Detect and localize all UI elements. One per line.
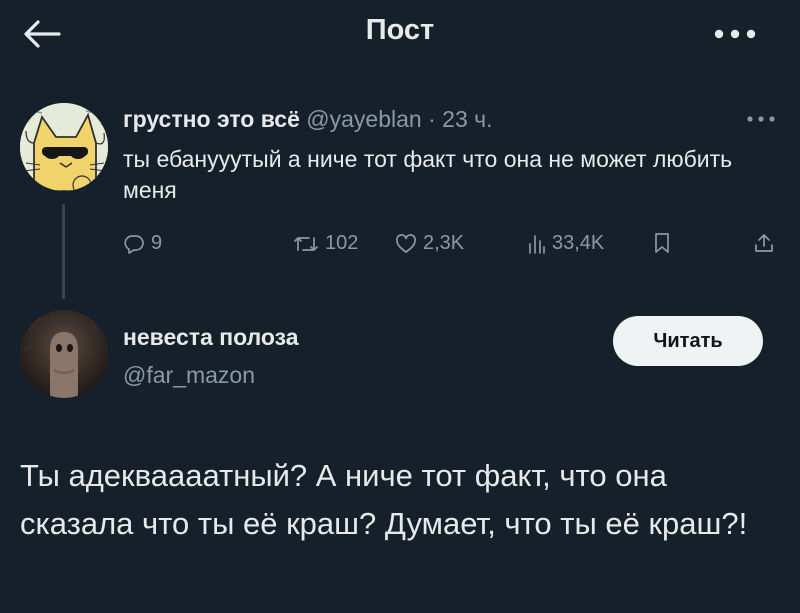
tweet-time[interactable]: 23 ч. (442, 106, 492, 132)
retweet-count: 102 (325, 232, 359, 254)
page-title: Пост (365, 14, 435, 46)
profile-name[interactable]: невеста полоза (123, 324, 299, 351)
meta-separator: · (428, 106, 436, 132)
like-button[interactable]: 2,3K (395, 232, 464, 255)
reply-count: 9 (151, 232, 163, 254)
bookmark-button[interactable] (653, 232, 671, 254)
bookmark-icon (655, 233, 669, 253)
ghost-photo-avatar-image (20, 310, 108, 398)
share-button[interactable] (753, 232, 775, 254)
like-count: 2,3K (423, 232, 465, 254)
cat-avatar-image (20, 103, 108, 191)
retweet-icon (294, 236, 318, 251)
view-count: 33,4K (552, 232, 605, 254)
analytics-icon (529, 234, 545, 254)
reply-icon (124, 234, 144, 254)
more-horizontal-icon (714, 29, 756, 39)
avatar[interactable] (20, 103, 108, 191)
share-icon (755, 234, 773, 252)
author-name[interactable]: грустно это всё (123, 106, 300, 132)
tweet-author-line[interactable]: грустно это всё @yayeblan · 23 ч. (123, 106, 493, 133)
avatar[interactable] (20, 310, 108, 398)
tweet-more-button[interactable] (736, 104, 786, 134)
thread-connector-line (62, 204, 65, 299)
more-options-button[interactable] (700, 14, 770, 54)
post-text: Ты адекваааатный? А ниче тот факт, что о… (20, 458, 748, 541)
views-button[interactable]: 33,4K (528, 232, 604, 255)
more-horizontal-icon (747, 116, 775, 122)
follow-button[interactable]: Читать (613, 316, 763, 366)
tweet-text: ты ебанууутый а ниче тот факт что она не… (123, 146, 733, 203)
reply-button[interactable]: 9 (123, 232, 162, 255)
profile-handle[interactable]: @far_mazon (123, 362, 255, 389)
retweet-button[interactable]: 102 (293, 232, 358, 255)
heart-icon (396, 233, 416, 253)
tweet-actions: 9 102 2,3K 33,4K (123, 232, 783, 262)
author-handle[interactable]: @yayeblan (306, 106, 421, 132)
